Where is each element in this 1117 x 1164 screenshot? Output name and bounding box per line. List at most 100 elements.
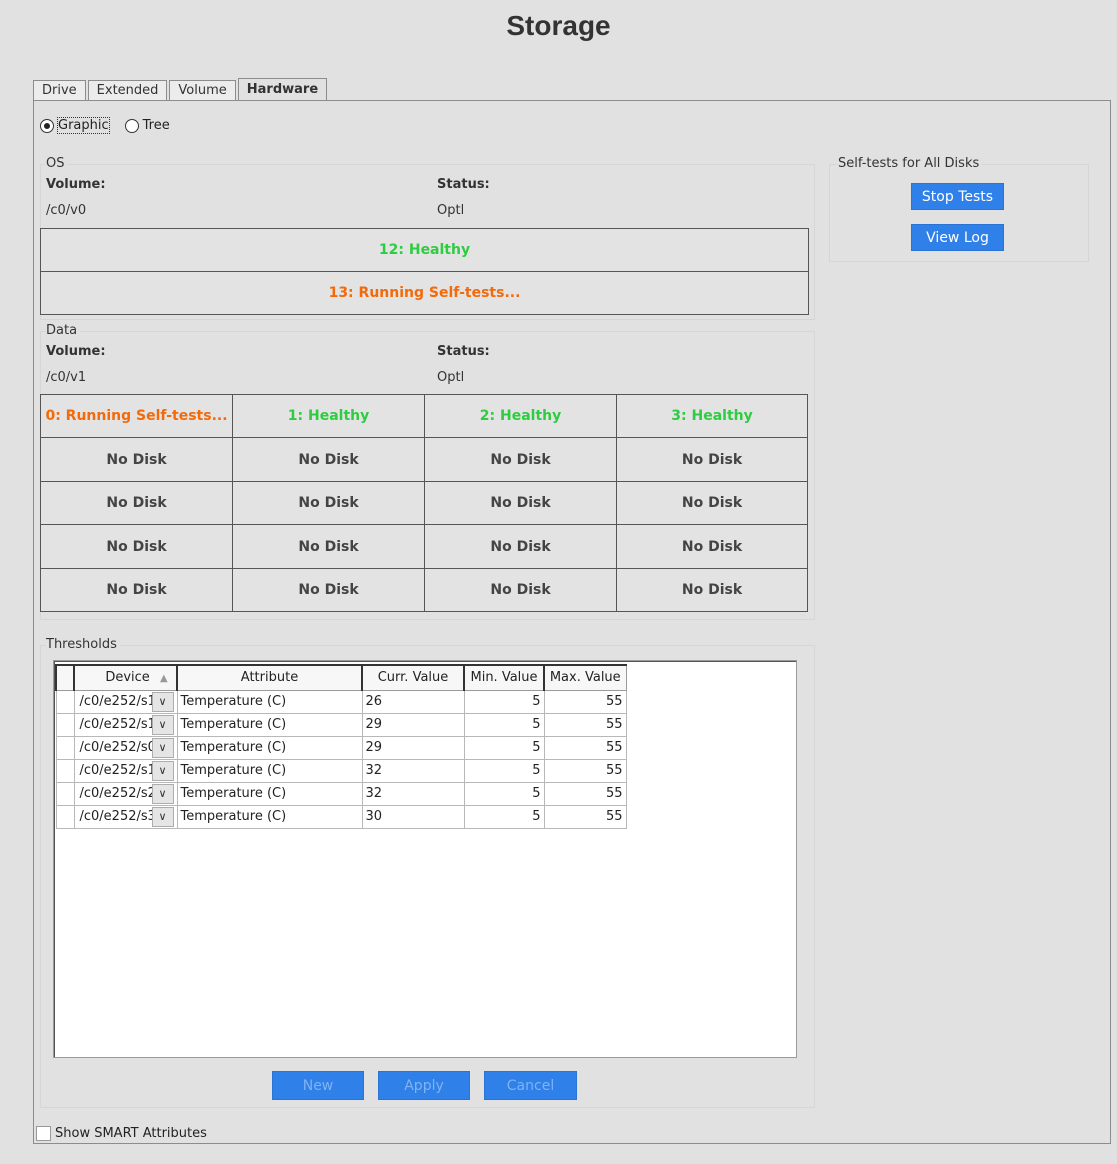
tree-radio[interactable] — [124, 118, 139, 133]
data-disk-slot-empty[interactable]: No Disk — [424, 568, 617, 612]
row-header[interactable] — [55, 804, 75, 829]
data-disk-slot-empty[interactable]: No Disk — [232, 524, 425, 569]
cancel-button[interactable]: Cancel — [484, 1071, 577, 1100]
data-disk-slot-empty[interactable]: No Disk — [40, 437, 233, 482]
device-cell[interactable]: /c0/e252/s0 ∨ — [73, 735, 178, 760]
chevron-down-icon[interactable]: ∨ — [151, 714, 174, 735]
graphic-radio-label[interactable]: Graphic — [57, 117, 110, 134]
tree-radio-label[interactable]: Tree — [143, 118, 170, 133]
data-disk-slot-empty[interactable]: No Disk — [424, 481, 617, 525]
show-smart-attributes-row: Show SMART Attributes — [36, 1126, 207, 1141]
max-value-cell[interactable]: 55 — [543, 735, 627, 760]
column-header-device[interactable]: Device ▲ — [73, 664, 178, 691]
min-value-cell[interactable]: 5 — [463, 735, 545, 760]
curr-value-cell[interactable]: 29 — [361, 712, 465, 737]
attribute-cell[interactable]: Temperature (C) — [176, 758, 363, 783]
apply-button[interactable]: Apply — [378, 1071, 470, 1100]
chevron-down-icon[interactable]: ∨ — [151, 691, 174, 712]
attribute-cell[interactable]: Temperature (C) — [176, 689, 363, 714]
data-disk-slot-empty[interactable]: No Disk — [424, 524, 617, 569]
curr-value-cell[interactable]: 32 — [361, 781, 465, 806]
curr-value-cell[interactable]: 29 — [361, 735, 465, 760]
device-value: /c0/e252/s3 — [79, 809, 152, 824]
min-value-cell[interactable]: 5 — [463, 804, 545, 829]
max-value-cell[interactable]: 55 — [543, 712, 627, 737]
column-header-max-value[interactable]: Max. Value — [543, 664, 627, 691]
view-log-button[interactable]: View Log — [911, 224, 1004, 251]
curr-value-cell[interactable]: 32 — [361, 758, 465, 783]
tab-drive[interactable]: Drive — [33, 80, 86, 101]
os-disk-slot-13[interactable]: 13: Running Self-tests... — [40, 271, 809, 315]
row-header[interactable] — [55, 781, 75, 806]
curr-value-cell[interactable]: 26 — [361, 689, 465, 714]
data-disk-slot-empty[interactable]: No Disk — [232, 568, 425, 612]
data-disk-slot-empty[interactable]: No Disk — [616, 568, 808, 612]
os-volume-header: Volume: — [46, 177, 106, 192]
row-header[interactable] — [55, 735, 75, 760]
data-disk-slot-0[interactable]: 0: Running Self-tests... — [40, 394, 233, 438]
data-disk-slot-3[interactable]: 3: Healthy — [616, 394, 808, 438]
os-disk-slot-12[interactable]: 12: Healthy — [40, 228, 809, 272]
stop-tests-button[interactable]: Stop Tests — [911, 183, 1004, 210]
data-disk-slot-empty[interactable]: No Disk — [40, 481, 233, 525]
row-header[interactable] — [55, 712, 75, 737]
row-header[interactable] — [55, 689, 75, 714]
data-disk-slot-empty[interactable]: No Disk — [40, 568, 233, 612]
chevron-down-icon[interactable]: ∨ — [151, 806, 174, 827]
table-row[interactable]: /c0/e252/s2 ∨ Temperature (C) 32 5 55 — [55, 781, 627, 806]
graphic-radio[interactable] — [40, 118, 54, 133]
data-disk-slot-empty[interactable]: No Disk — [424, 437, 617, 482]
data-disk-slot-2[interactable]: 2: Healthy — [424, 394, 617, 438]
tab-volume[interactable]: Volume — [169, 80, 236, 101]
show-smart-attributes-checkbox[interactable] — [36, 1126, 51, 1141]
thresholds-group-label: Thresholds — [46, 637, 120, 652]
device-cell[interactable]: /c0/e252/s3 ∨ — [73, 804, 178, 829]
column-header-attribute[interactable]: Attribute — [176, 664, 363, 691]
device-cell[interactable]: /c0/e252/s1 ∨ — [73, 712, 178, 737]
table-row[interactable]: /c0/e252/s3 ∨ Temperature (C) 30 5 55 — [55, 804, 627, 829]
thresholds-grid[interactable]: Device ▲ Attribute Curr. Value Min. Valu… — [53, 660, 797, 1058]
max-value-cell[interactable]: 55 — [543, 781, 627, 806]
max-value-cell[interactable]: 55 — [543, 689, 627, 714]
show-smart-attributes-label[interactable]: Show SMART Attributes — [55, 1126, 207, 1141]
column-header-min-value[interactable]: Min. Value — [463, 664, 545, 691]
max-value-cell[interactable]: 55 — [543, 758, 627, 783]
attribute-cell[interactable]: Temperature (C) — [176, 712, 363, 737]
chevron-down-icon[interactable]: ∨ — [151, 783, 174, 804]
attribute-cell[interactable]: Temperature (C) — [176, 735, 363, 760]
table-row[interactable]: /c0/e252/s1 ∨ Temperature (C) 29 5 55 — [55, 712, 627, 737]
data-disk-slot-empty[interactable]: No Disk — [40, 524, 233, 569]
new-button[interactable]: New — [272, 1071, 364, 1100]
min-value-cell[interactable]: 5 — [463, 712, 545, 737]
data-disk-slot-empty[interactable]: No Disk — [232, 437, 425, 482]
data-disk-slot-1[interactable]: 1: Healthy — [232, 394, 425, 438]
min-value-cell[interactable]: 5 — [463, 689, 545, 714]
data-disk-slot-empty[interactable]: No Disk — [616, 524, 808, 569]
table-row[interactable]: /c0/e252/s1 ∨ Temperature (C) 26 5 55 — [55, 689, 627, 714]
data-disk-slot-empty[interactable]: No Disk — [616, 437, 808, 482]
data-status-value: Optl — [437, 370, 465, 385]
table-row[interactable]: /c0/e252/s0 ∨ Temperature (C) 29 5 55 — [55, 735, 627, 760]
row-header[interactable] — [55, 758, 75, 783]
column-header-device-label: Device — [105, 670, 150, 686]
tab-hardware[interactable]: Hardware — [237, 78, 328, 101]
data-disk-slot-empty[interactable]: No Disk — [232, 481, 425, 525]
data-disk-slot-empty[interactable]: No Disk — [616, 481, 808, 525]
chevron-down-icon[interactable]: ∨ — [151, 737, 174, 758]
chevron-down-icon[interactable]: ∨ — [151, 760, 174, 781]
curr-value-cell[interactable]: 30 — [361, 804, 465, 829]
max-value-cell[interactable]: 55 — [543, 804, 627, 829]
device-cell[interactable]: /c0/e252/s1 ∨ — [73, 758, 178, 783]
window-title: Storage — [506, 10, 611, 41]
min-value-cell[interactable]: 5 — [463, 781, 545, 806]
table-row[interactable]: /c0/e252/s1 ∨ Temperature (C) 32 5 55 — [55, 758, 627, 783]
device-cell[interactable]: /c0/e252/s2 ∨ — [73, 781, 178, 806]
column-header-curr-value[interactable]: Curr. Value — [361, 664, 465, 691]
attribute-cell[interactable]: Temperature (C) — [176, 804, 363, 829]
attribute-cell[interactable]: Temperature (C) — [176, 781, 363, 806]
self-tests-group-label: Self-tests for All Disks — [838, 156, 983, 171]
device-cell[interactable]: /c0/e252/s1 ∨ — [73, 689, 178, 714]
tab-extended[interactable]: Extended — [87, 80, 168, 101]
min-value-cell[interactable]: 5 — [463, 758, 545, 783]
os-status-value: Optl — [437, 203, 465, 218]
